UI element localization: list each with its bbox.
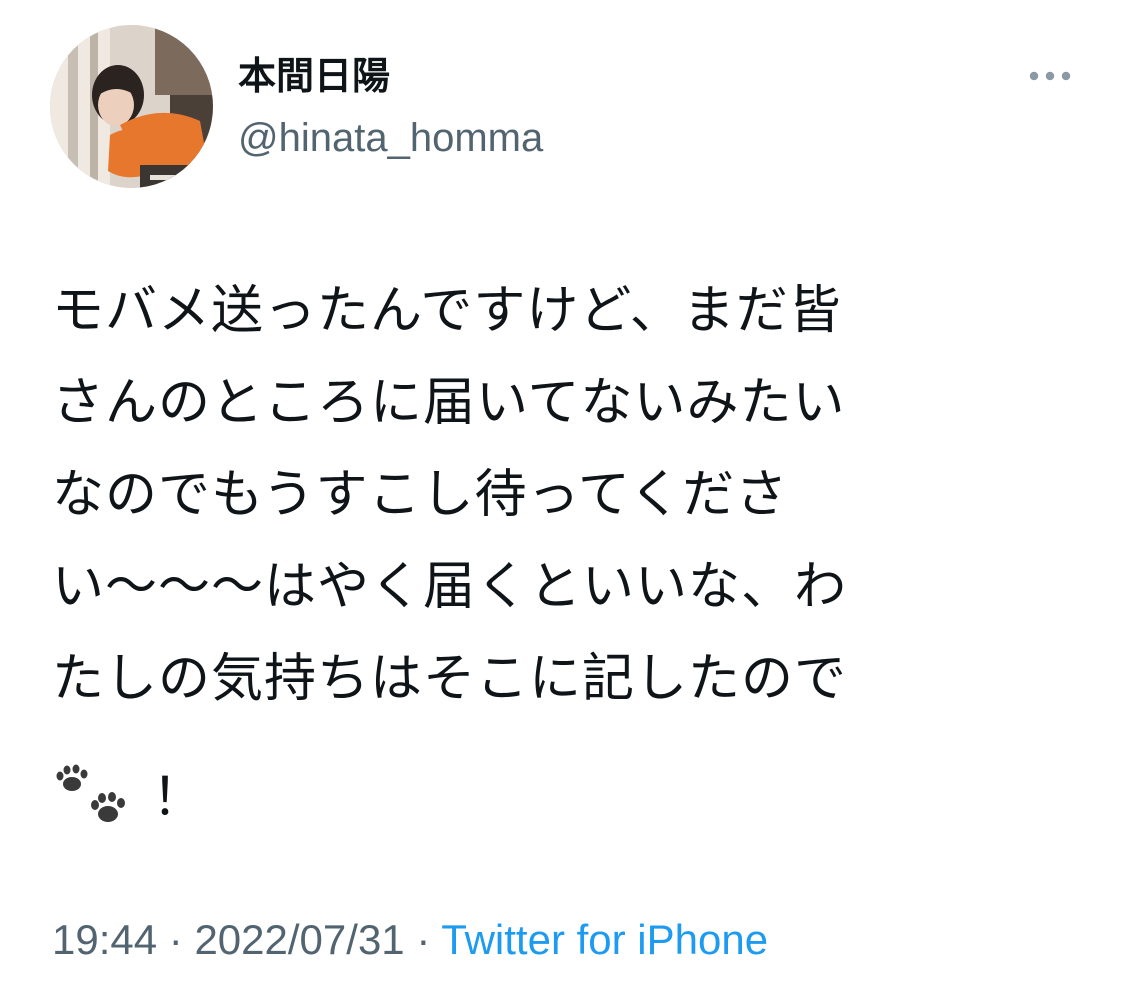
tweet-text-tail: ！ — [152, 768, 205, 828]
profile-photo-icon — [50, 25, 213, 188]
tweet-meta: 19:44 · 2022/07/31 · Twitter for iPhone — [52, 912, 768, 968]
more-horizontal-icon — [1029, 71, 1071, 81]
avatar[interactable] — [50, 25, 213, 188]
paw-prints-icon — [56, 764, 125, 822]
tweet-card: 本間日陽 @hinata_homma モバメ送ったんですけど、まだ皆 さんのとこ… — [0, 0, 1125, 990]
meta-separator: · — [416, 916, 431, 963]
tweet-text-ending: ！ — [52, 752, 204, 844]
tweet-date[interactable]: 2022/07/31 — [194, 916, 404, 963]
meta-separator: · — [168, 916, 183, 963]
display-name[interactable]: 本間日陽 — [238, 50, 390, 102]
more-button[interactable] — [1025, 58, 1075, 94]
tweet-text: モバメ送ったんですけど、まだ皆 さんのところに届いてないみたい なのでもうすこし… — [52, 281, 848, 709]
tweet-time[interactable]: 19:44 — [52, 916, 157, 963]
tweet-source-link[interactable]: Twitter for iPhone — [441, 916, 768, 963]
user-handle[interactable]: @hinata_homma — [238, 112, 543, 164]
